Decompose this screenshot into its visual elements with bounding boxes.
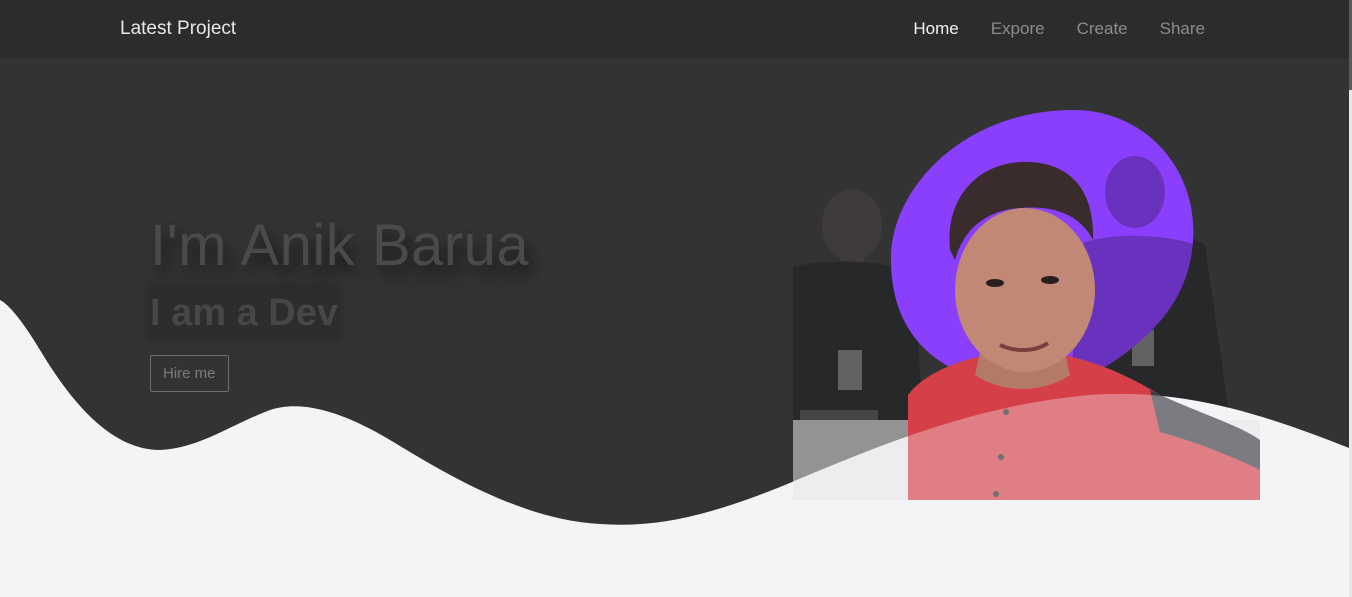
hire-me-button[interactable]: Hire me <box>150 355 229 392</box>
hero-text: I'm Anik Barua I am a Dev Hire me <box>150 212 529 392</box>
navbar: Latest Project Home Expore Create Share <box>0 0 1349 58</box>
nav-item-create[interactable]: Create <box>1077 19 1128 39</box>
brand-logo-text[interactable]: Latest Project <box>120 18 236 40</box>
main-nav: Home Expore Create Share <box>913 19 1205 39</box>
nav-item-share[interactable]: Share <box>1160 19 1205 39</box>
nav-item-expore[interactable]: Expore <box>991 19 1045 39</box>
nav-item-home[interactable]: Home <box>913 19 958 39</box>
hero-subtitle: I am a Dev <box>150 287 338 339</box>
hero-title: I'm Anik Barua <box>150 213 530 278</box>
